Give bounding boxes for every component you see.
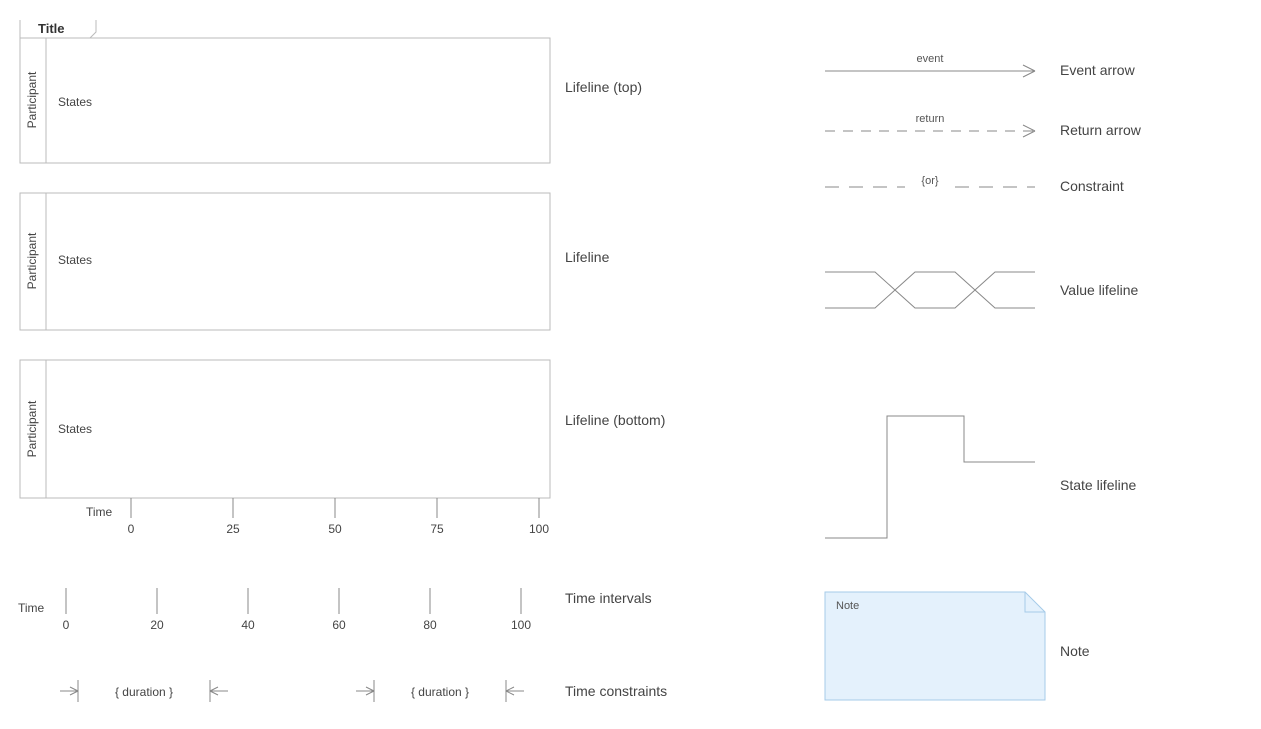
- shape-note: Note: [825, 592, 1045, 700]
- lb-tick-0: 0: [128, 522, 135, 536]
- tc-duration-1: { duration }: [115, 685, 173, 699]
- caption-return-arrow: Return arrow: [1060, 122, 1142, 138]
- lifeline-top-participant: Participant: [25, 71, 39, 128]
- shape-lifeline: Participant States: [20, 193, 550, 330]
- caption-note: Note: [1060, 643, 1090, 659]
- lb-tick-2: 50: [328, 522, 342, 536]
- shape-constraint: {or}: [825, 175, 1035, 187]
- ti-tick-1: 20: [150, 618, 164, 632]
- caption-state-lifeline: State lifeline: [1060, 477, 1136, 493]
- event-arrow-label: event: [917, 53, 944, 65]
- return-arrow-label: return: [916, 113, 945, 125]
- shape-time-constraints: { duration } { duration }: [60, 680, 524, 702]
- lifeline-top-states: States: [58, 95, 92, 109]
- note-text: Note: [836, 600, 859, 612]
- ti-time-label: Time: [18, 601, 45, 615]
- caption-lifeline: Lifeline: [565, 249, 610, 265]
- caption-time-constraints: Time constraints: [565, 683, 667, 699]
- lifeline-top-title: Title: [38, 21, 65, 36]
- tc-duration-2: { duration }: [411, 685, 469, 699]
- shape-state-lifeline: [825, 416, 1035, 538]
- lb-tick-4: 100: [529, 522, 549, 536]
- caption-constraint: Constraint: [1060, 178, 1124, 194]
- lifeline-participant: Participant: [25, 232, 39, 289]
- ti-tick-3: 60: [332, 618, 346, 632]
- caption-lifeline-bottom: Lifeline (bottom): [565, 412, 665, 428]
- lb-tick-3: 75: [430, 522, 444, 536]
- ti-tick-5: 100: [511, 618, 531, 632]
- lifeline-bottom-time-label: Time: [86, 505, 113, 519]
- ti-tick-4: 80: [423, 618, 437, 632]
- caption-event-arrow: Event arrow: [1060, 62, 1136, 78]
- caption-value-lifeline: Value lifeline: [1060, 282, 1139, 298]
- shape-time-intervals: Time 0 20 40 60 80 100: [18, 588, 531, 632]
- shape-event-arrow: event: [825, 53, 1035, 77]
- shape-return-arrow: return: [825, 113, 1035, 137]
- caption-lifeline-top: Lifeline (top): [565, 79, 642, 95]
- caption-time-intervals: Time intervals: [565, 590, 652, 606]
- constraint-label: {or}: [921, 175, 938, 187]
- lifeline-bottom-participant: Participant: [25, 400, 39, 457]
- lb-tick-1: 25: [226, 522, 240, 536]
- lifeline-bottom-states: States: [58, 422, 92, 436]
- ti-tick-0: 0: [63, 618, 70, 632]
- shape-lifeline-top: Title Participant States: [20, 20, 550, 163]
- ti-tick-2: 40: [241, 618, 255, 632]
- shape-lifeline-bottom: Participant States Time 0 25 50 75 100: [20, 360, 550, 536]
- lifeline-states: States: [58, 253, 92, 267]
